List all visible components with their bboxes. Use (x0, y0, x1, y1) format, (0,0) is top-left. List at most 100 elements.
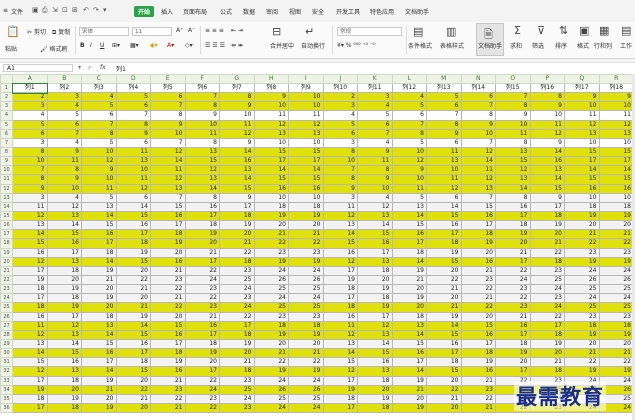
table-cell[interactable]: 23 (219, 293, 255, 304)
hamburger-icon[interactable]: ≡ (3, 7, 8, 14)
table-cell[interactable]: 20 (219, 348, 255, 359)
table-cell[interactable]: 24 (288, 375, 324, 386)
table-cell[interactable]: 13 (184, 146, 220, 158)
table-cell[interactable]: 15 (426, 210, 462, 222)
table-cell[interactable]: 15 (253, 146, 289, 158)
table-cell[interactable]: 16 (357, 357, 393, 368)
table-cell[interactable]: 24 (253, 293, 289, 304)
table-cell[interactable]: 19 (460, 238, 496, 249)
copy-button[interactable]: ⧉ 复制 (52, 27, 70, 37)
table-cell[interactable]: 23 (253, 247, 289, 258)
table-cell[interactable]: 13 (81, 201, 117, 212)
table-cell[interactable]: 23 (184, 302, 220, 313)
table-cell[interactable]: 20 (115, 293, 151, 304)
table-cell[interactable]: 8 (115, 119, 151, 130)
table-cell[interactable]: 16 (357, 238, 393, 249)
row-header[interactable]: 32 (0, 366, 13, 377)
table-cell[interactable]: 10 (253, 137, 289, 148)
table-cell[interactable]: 16 (529, 156, 565, 167)
table-cell[interactable]: 21 (150, 402, 186, 414)
table-cell[interactable]: 16 (391, 348, 427, 359)
table-cell[interactable]: 16 (150, 256, 186, 267)
table-cell[interactable]: 21 (426, 393, 462, 404)
table-cell[interactable]: 15 (460, 320, 496, 331)
table-cell[interactable]: 24 (253, 375, 289, 386)
table-cell[interactable]: 11 (322, 201, 358, 212)
table-cell[interactable]: 11 (426, 146, 462, 158)
table-cell[interactable]: 19 (357, 284, 393, 295)
table-cell[interactable]: 10 (598, 101, 634, 112)
table-cell[interactable]: 20 (391, 393, 427, 404)
table-cell[interactable]: 10 (529, 110, 565, 121)
table-cell[interactable]: 19 (46, 302, 82, 313)
table-cell[interactable]: 20 (460, 311, 496, 322)
table-cell[interactable]: 7 (115, 110, 151, 121)
table-cell[interactable]: 17 (150, 338, 186, 350)
table-cell[interactable]: 25 (288, 393, 324, 404)
table-cell[interactable]: 21 (288, 229, 324, 240)
table-cell[interactable]: 5 (391, 137, 427, 148)
row-header[interactable]: 27 (0, 320, 13, 331)
table-cell[interactable]: 7 (460, 192, 496, 203)
row-header[interactable]: 24 (0, 293, 13, 304)
table-cell[interactable]: 4 (81, 92, 117, 103)
table-cell[interactable]: 18 (357, 375, 393, 386)
table-cell[interactable]: 22 (219, 311, 255, 322)
header-cell[interactable]: 列9 (288, 82, 324, 94)
table-cell[interactable]: 23 (598, 311, 634, 322)
table-cell[interactable]: 12 (253, 119, 289, 130)
tab-insert[interactable]: 插入 (161, 7, 173, 16)
table-cell[interactable]: 13 (184, 174, 220, 185)
table-cell[interactable]: 20 (115, 265, 151, 276)
table-cell[interactable]: 19 (529, 220, 565, 231)
table-cell[interactable]: 12 (322, 329, 358, 340)
table-cell[interactable]: 15 (357, 229, 393, 240)
table-cell[interactable]: 16 (426, 338, 462, 350)
table-cell[interactable]: 16 (564, 183, 600, 194)
table-cell[interactable]: 20 (150, 247, 186, 258)
table-cell[interactable]: 7 (426, 110, 462, 121)
table-cell[interactable]: 18 (81, 311, 117, 322)
sheet-grid[interactable]: A B C D E F G H I J K L M N O P Q R 1 列1 列2 列3 列4 列5 列6 列7 列8 列9 列10… (0, 74, 635, 420)
table-cell[interactable]: 6 (81, 110, 117, 121)
table-cell[interactable]: 20 (426, 265, 462, 276)
table-cell[interactable]: 7 (460, 101, 496, 112)
table-cell[interactable]: 22 (150, 302, 186, 313)
table-cell[interactable]: 12 (598, 119, 634, 130)
table-cell[interactable]: 7 (150, 192, 186, 203)
table-cell[interactable]: 19 (495, 229, 531, 240)
table-cell[interactable]: 10 (288, 137, 324, 148)
column-header[interactable]: L (391, 74, 427, 84)
table-cell[interactable]: 24 (253, 265, 289, 276)
table-cell[interactable]: 9 (529, 137, 565, 148)
header-cell[interactable]: 列16 (529, 82, 565, 94)
table-cell[interactable]: 24 (219, 393, 255, 404)
table-cell[interactable]: 24 (529, 284, 565, 295)
table-cell[interactable]: 25 (564, 302, 600, 313)
table-cell[interactable]: 22 (598, 357, 634, 368)
table-cell[interactable]: 15 (219, 183, 255, 194)
table-cell[interactable]: 6 (115, 101, 151, 112)
table-cell[interactable]: 10 (150, 128, 186, 139)
column-header[interactable]: G (219, 74, 255, 84)
table-cell[interactable]: 19 (46, 284, 82, 295)
table-cell[interactable]: 8 (357, 165, 393, 176)
table-cell[interactable]: 18 (288, 201, 324, 212)
table-cell[interactable]: 12 (12, 210, 48, 222)
table-cell[interactable]: 24 (184, 274, 220, 286)
table-cell[interactable]: 12 (322, 210, 358, 222)
table-cell[interactable]: 15 (357, 348, 393, 359)
bold-button[interactable]: B (80, 42, 85, 49)
table-cell[interactable]: 9 (357, 174, 393, 185)
table-cell[interactable]: 20 (357, 274, 393, 286)
table-cell[interactable]: 17 (495, 256, 531, 267)
table-cell[interactable]: 14 (322, 229, 358, 240)
table-cell[interactable]: 14 (391, 366, 427, 377)
table-cell[interactable]: 20 (357, 384, 393, 395)
table-cell[interactable]: 23 (288, 247, 324, 258)
table-cell[interactable]: 24 (219, 302, 255, 313)
table-cell[interactable]: 10 (495, 119, 531, 130)
font-name-select[interactable]: 宋体 (79, 27, 129, 36)
table-cell[interactable]: 13 (357, 329, 393, 340)
table-cell[interactable]: 14 (12, 229, 48, 240)
